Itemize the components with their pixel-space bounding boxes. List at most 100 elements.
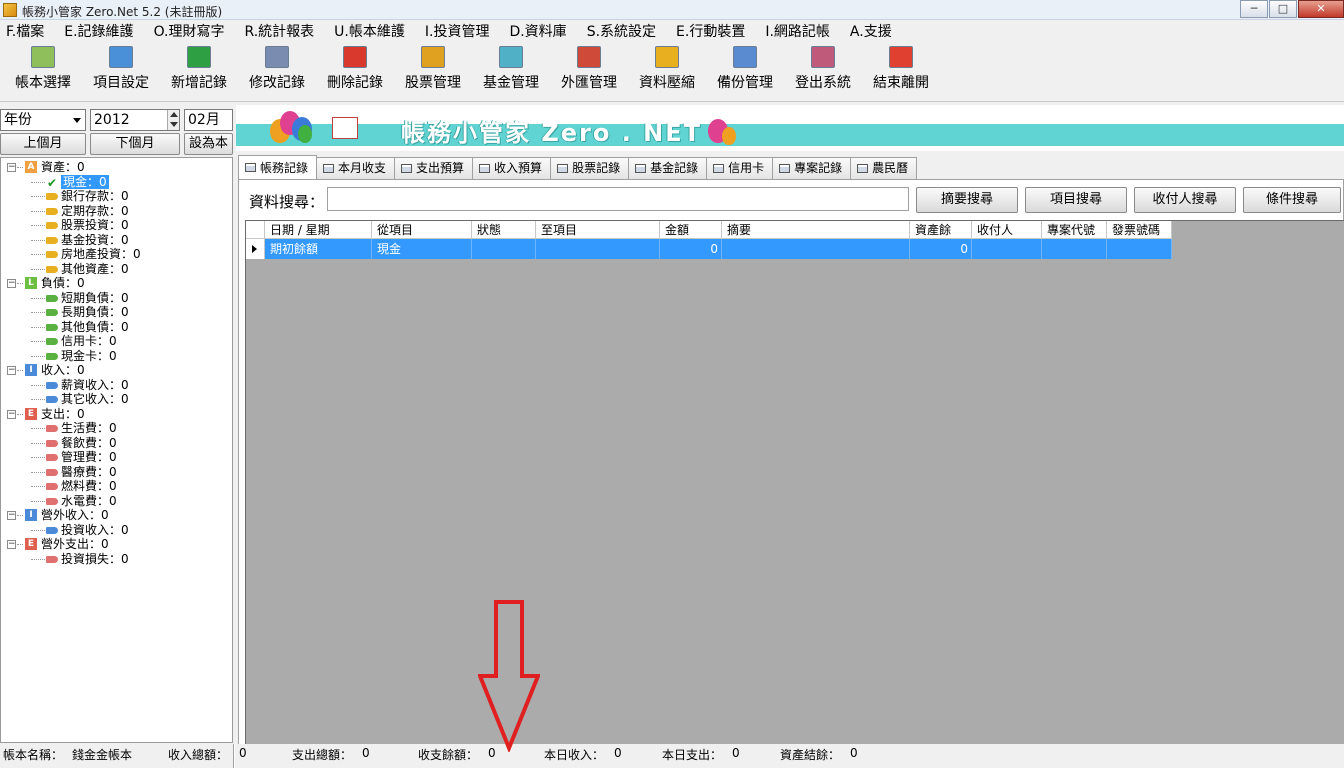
collapse-icon[interactable]: − (7, 366, 16, 375)
menu-item[interactable]: D.資料庫 (509, 21, 566, 41)
table-cell[interactable]: 期初餘額 (265, 239, 372, 259)
menu-item[interactable]: I.投資管理 (425, 21, 490, 41)
collapse-icon[interactable]: − (7, 511, 16, 520)
menu-item[interactable]: A.支援 (850, 21, 892, 41)
search-input[interactable] (327, 187, 909, 211)
toolbar-button[interactable]: 備份管理 (706, 42, 784, 100)
tree-item[interactable]: 基金投資：0 (1, 233, 232, 248)
tree-item[interactable]: 燃料費：0 (1, 479, 232, 494)
menu-item[interactable]: E.記錄維護 (64, 21, 133, 41)
table-cell[interactable] (1042, 239, 1107, 259)
table-cell[interactable]: 0 (660, 239, 722, 259)
toolbar-button[interactable]: 刪除記錄 (316, 42, 394, 100)
tree-category[interactable]: − E 營外支出：0 (1, 537, 232, 552)
toolbar-button[interactable]: 帳本選擇 (4, 42, 82, 100)
menu-item[interactable]: I.網路記帳 (765, 21, 830, 41)
payee-search-button[interactable]: 收付人搜尋 (1134, 187, 1236, 213)
column-header[interactable]: 至項目 (536, 221, 660, 239)
tree-item[interactable]: 水電費：0 (1, 494, 232, 509)
table-cell[interactable] (972, 239, 1042, 259)
tab[interactable]: 帳務記錄 (238, 155, 318, 179)
column-header[interactable]: 發票號碼 (1107, 221, 1172, 239)
menu-item[interactable]: U.帳本維護 (334, 21, 405, 41)
menu-item[interactable]: R.統計報表 (244, 21, 314, 41)
tab[interactable]: 收入預算 (472, 157, 552, 179)
column-header[interactable]: 摘要 (722, 221, 910, 239)
next-month-button[interactable]: 下個月 (90, 133, 180, 155)
toolbar-button[interactable]: 資料壓縮 (628, 42, 706, 100)
tree-item[interactable]: 薪資收入：0 (1, 378, 232, 393)
tree-item[interactable]: 投資收入：0 (1, 523, 232, 538)
tree-item[interactable]: 長期負債：0 (1, 305, 232, 320)
year-spinner[interactable]: 2012 (90, 109, 180, 131)
table-row[interactable]: 期初餘額 現金 0 0 (246, 239, 1172, 259)
tab[interactable]: 信用卡 (706, 157, 774, 179)
tree-item[interactable]: 銀行存款：0 (1, 189, 232, 204)
spin-up-icon[interactable] (170, 112, 178, 117)
tree-item[interactable]: 股票投資：0 (1, 218, 232, 233)
tree-item[interactable]: ✔ 現金：0 (1, 174, 232, 190)
maximize-button[interactable]: □ (1269, 0, 1297, 18)
collapse-icon[interactable]: − (7, 409, 16, 419)
row-selector[interactable] (246, 239, 265, 259)
table-cell[interactable] (1107, 239, 1172, 259)
toolbar-button[interactable]: 外匯管理 (550, 42, 628, 100)
item-search-button[interactable]: 項目搜尋 (1025, 187, 1127, 213)
summary-search-button[interactable]: 摘要搜尋 (916, 187, 1018, 213)
records-grid[interactable]: 日期 / 星期 從項目 狀態 至項目 金額 摘要 資產餘 收付人 專案代號 發票號碼 期初餘額 現金… (245, 220, 1344, 746)
column-header[interactable]: 日期 / 星期 (265, 221, 372, 239)
tree-item[interactable]: 餐飲費：0 (1, 436, 232, 451)
tree-item[interactable]: 其它收入：0 (1, 392, 232, 407)
menu-item[interactable]: O.理財寫字 (154, 21, 225, 41)
spin-down-icon[interactable] (170, 122, 178, 127)
tab[interactable]: 農民曆 (850, 157, 918, 179)
tab[interactable]: 股票記錄 (550, 157, 630, 179)
collapse-icon[interactable]: − (7, 163, 16, 172)
tree-item[interactable]: 投資損失：0 (1, 552, 232, 567)
toolbar-button[interactable]: 新增記錄 (160, 42, 238, 100)
tab[interactable]: 基金記錄 (628, 157, 708, 179)
tab[interactable]: 本月收支 (316, 157, 396, 179)
tree-item[interactable]: 現金卡：0 (1, 349, 232, 364)
toolbar-button[interactable]: 項目設定 (82, 42, 160, 100)
tree-item[interactable]: 生活費：0 (1, 421, 232, 436)
tree-category[interactable]: − A 資產：0 (1, 160, 232, 175)
prev-month-button[interactable]: 上個月 (0, 133, 86, 155)
tree-category[interactable]: − I 營外收入：0 (1, 508, 232, 523)
toolbar-button[interactable]: 基金管理 (472, 42, 550, 100)
table-cell[interactable]: 現金 (372, 239, 472, 259)
month-field[interactable]: 02月 (184, 109, 233, 131)
tree-item[interactable]: 醫療費：0 (1, 465, 232, 480)
collapse-icon[interactable]: − (7, 540, 16, 549)
table-cell[interactable]: 0 (910, 239, 972, 259)
collapse-icon[interactable]: − (7, 279, 16, 288)
tree-item[interactable]: 短期負債：0 (1, 291, 232, 306)
menu-item[interactable]: F.檔案 (6, 21, 44, 41)
column-header[interactable]: 資產餘 (910, 221, 972, 239)
column-header[interactable]: 專案代號 (1042, 221, 1107, 239)
table-cell[interactable] (472, 239, 536, 259)
period-mode-select[interactable]: 年份 (0, 109, 86, 131)
set-current-button[interactable]: 設為本 (184, 133, 233, 155)
toolbar-button[interactable]: 登出系統 (784, 42, 862, 100)
column-header[interactable]: 收付人 (972, 221, 1042, 239)
tree-item[interactable]: 管理費：0 (1, 450, 232, 465)
minimize-button[interactable]: ─ (1240, 0, 1268, 18)
tree-item[interactable]: 其他負債：0 (1, 320, 232, 335)
tree-category[interactable]: − L 負債：0 (1, 276, 232, 291)
column-header[interactable]: 金額 (660, 221, 722, 239)
spin-buttons[interactable] (167, 110, 179, 130)
tab[interactable]: 支出預算 (394, 157, 474, 179)
toolbar-button[interactable]: 修改記錄 (238, 42, 316, 100)
close-button[interactable]: ✕ (1298, 0, 1344, 18)
column-header[interactable]: 狀態 (472, 221, 536, 239)
menu-item[interactable]: E.行動裝置 (676, 21, 745, 41)
menu-item[interactable]: S.系統設定 (587, 21, 656, 41)
toolbar-button[interactable]: 股票管理 (394, 42, 472, 100)
column-header[interactable]: 從項目 (372, 221, 472, 239)
tree-category[interactable]: − E 支出：0 (1, 407, 232, 422)
tab[interactable]: 專案記錄 (772, 157, 852, 179)
tree-item[interactable]: 信用卡：0 (1, 334, 232, 349)
tree-item[interactable]: 房地產投資：0 (1, 247, 232, 262)
tree-category[interactable]: − I 收入：0 (1, 363, 232, 378)
